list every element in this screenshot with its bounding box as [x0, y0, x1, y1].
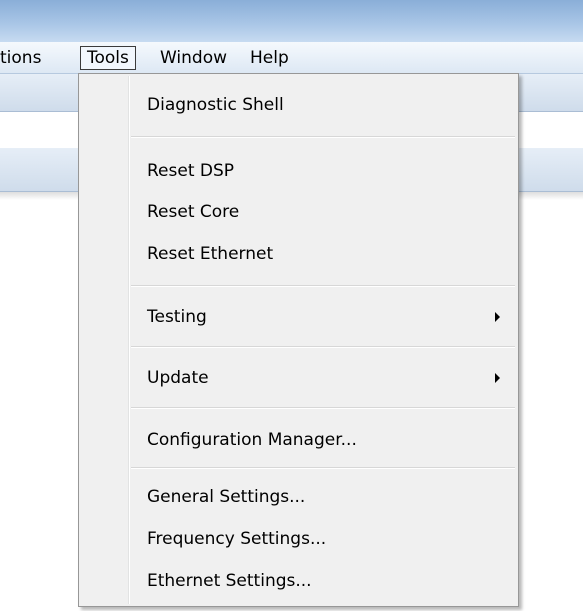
menu-item-label: Reset Ethernet: [147, 244, 274, 264]
menu-item-label: Diagnostic Shell: [147, 95, 284, 115]
menu-item-reset-dsp[interactable]: Reset DSP: [81, 153, 516, 189]
menu-item-label: Reset DSP: [147, 161, 235, 181]
menu-item-label: Testing: [147, 307, 207, 327]
menu-actions[interactable]: tions: [0, 46, 47, 70]
menu-item-update[interactable]: Update: [81, 360, 516, 396]
submenu-arrow-icon: [495, 373, 500, 383]
menu-tools[interactable]: Tools: [80, 46, 136, 70]
menu-help[interactable]: Help: [244, 46, 295, 70]
menu-separator: [131, 285, 515, 287]
menu-item-label: Configuration Manager...: [147, 430, 357, 450]
menu-item-testing[interactable]: Testing: [81, 299, 516, 335]
menu-separator: [131, 407, 515, 409]
menu-item-label: Update: [147, 368, 209, 388]
submenu-arrow-icon: [495, 312, 500, 322]
menu-item-reset-core[interactable]: Reset Core: [81, 194, 516, 230]
menu-item-label: Ethernet Settings...: [147, 571, 312, 591]
menu-separator: [131, 136, 515, 138]
menu-item-label: Frequency Settings...: [147, 529, 327, 549]
menu-item-label: Reset Core: [147, 202, 240, 222]
menu-item-frequency-settings[interactable]: Frequency Settings...: [81, 521, 516, 557]
app-window: tions Tools Window Help Diagnostic Shell…: [0, 0, 583, 611]
menu-item-configuration-manager[interactable]: Configuration Manager...: [81, 422, 516, 458]
tools-menu-dropdown: Diagnostic Shell Reset DSP Reset Core Re…: [78, 73, 519, 607]
menu-separator: [131, 467, 515, 469]
menu-separator: [131, 346, 515, 348]
menu-item-ethernet-settings[interactable]: Ethernet Settings...: [81, 563, 516, 599]
menu-window[interactable]: Window: [154, 46, 233, 70]
menu-item-label: General Settings...: [147, 487, 306, 507]
menu-item-diagnostic-shell[interactable]: Diagnostic Shell: [81, 87, 516, 123]
menu-item-reset-ethernet[interactable]: Reset Ethernet: [81, 236, 516, 272]
title-bar: [0, 0, 583, 42]
menu-item-general-settings[interactable]: General Settings...: [81, 479, 516, 515]
menu-bar: tions Tools Window Help: [0, 42, 583, 74]
